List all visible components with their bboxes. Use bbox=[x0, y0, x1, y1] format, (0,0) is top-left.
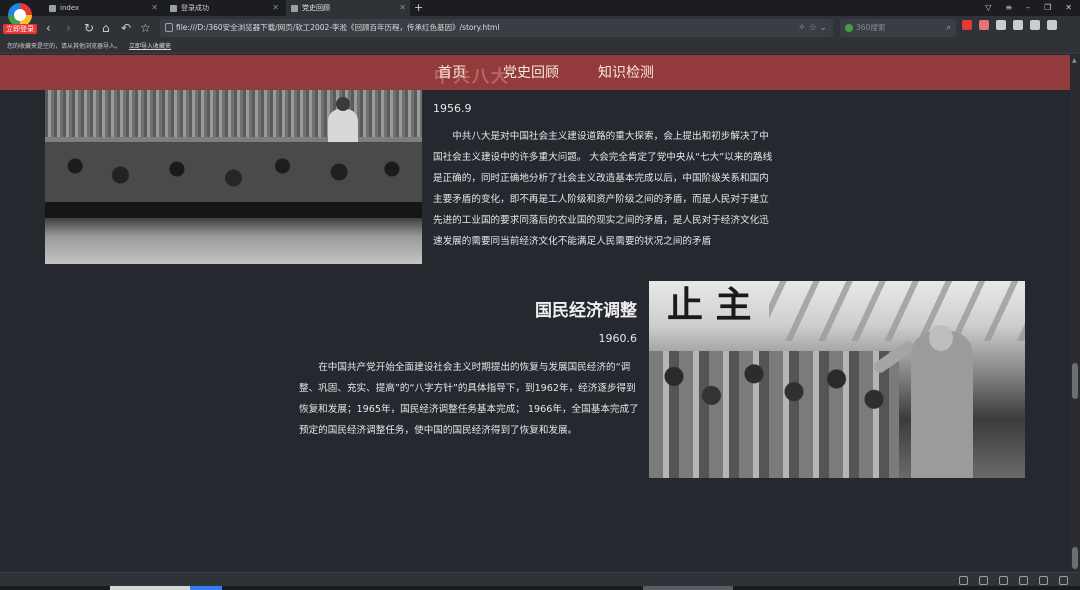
menu-icon[interactable] bbox=[1047, 20, 1057, 30]
photo-crowd bbox=[649, 351, 899, 478]
address-toolbar: ‹ › ↻ ⌂ ↶ ☆ file:///D:/360安全浏览器下载/网页/软工2… bbox=[0, 16, 1080, 40]
forward-icon[interactable]: › bbox=[66, 20, 71, 36]
tab-strip: index ✕ 登录成功 ✕ 党史回顾 ✕ + ▽ ≡ – ❐ ✕ bbox=[0, 0, 1080, 16]
minimize-icon[interactable]: – bbox=[1026, 0, 1030, 16]
accelerate-icon[interactable] bbox=[959, 576, 968, 585]
page-viewport: 中共八大 首页 党史回顾 知识检测 1956.9 中共八大是对中国社会主义建设道… bbox=[0, 55, 1070, 572]
photo-desk bbox=[45, 202, 422, 218]
taskbar-strip bbox=[0, 586, 1080, 590]
taskbar-item[interactable] bbox=[643, 586, 733, 590]
browser-window: index ✕ 登录成功 ✕ 党史回顾 ✕ + ▽ ≡ – ❐ ✕ 立即登录 ‹… bbox=[0, 0, 1080, 590]
site-nav: 中共八大 首页 党史回顾 知识检测 bbox=[0, 55, 1070, 90]
tab-party-history[interactable]: 党史回顾 ✕ bbox=[286, 0, 410, 16]
shirt-icon[interactable]: ▽ bbox=[985, 0, 991, 16]
page-icon bbox=[49, 5, 56, 12]
favorite-star-icon[interactable]: ☆ bbox=[140, 20, 151, 36]
photo-leader bbox=[911, 325, 973, 478]
back-icon[interactable]: ‹ bbox=[46, 20, 51, 36]
close-window-icon[interactable]: ✕ bbox=[1065, 0, 1072, 16]
page-icon bbox=[291, 5, 298, 12]
scroll-up-icon[interactable]: ▲ bbox=[1072, 57, 1077, 64]
trash-icon[interactable] bbox=[999, 576, 1008, 585]
nav-quiz[interactable]: 知识检测 bbox=[598, 55, 654, 91]
browser-logo[interactable]: 立即登录 bbox=[3, 2, 37, 36]
search-box[interactable]: 360搜索 ⌕ bbox=[840, 19, 956, 37]
status-icons bbox=[959, 576, 1068, 585]
reload-icon[interactable]: ↻ bbox=[84, 20, 94, 36]
section-body: 中共八大是对中国社会主义建设道路的重大探索，会上提出和初步解决了中国社会主义建设… bbox=[433, 131, 773, 247]
page-icon bbox=[170, 5, 177, 12]
grid-icon[interactable] bbox=[1013, 20, 1023, 30]
photo-flags bbox=[769, 281, 1025, 341]
photo-audience bbox=[45, 142, 422, 202]
window-controls: ▽ ≡ – ❐ ✕ bbox=[985, 0, 1072, 16]
home-icon[interactable]: ⌂ bbox=[102, 20, 110, 36]
import-bookmarks-link[interactable]: 立即导入收藏夹 bbox=[129, 43, 171, 50]
bookmark-bar: 您的收藏夹是空的，请从其他浏览器导入。 立即导入收藏夹 bbox=[0, 40, 1080, 54]
taskbar-item[interactable] bbox=[110, 586, 190, 590]
apps-icon[interactable] bbox=[962, 20, 972, 30]
tab-index[interactable]: index ✕ bbox=[44, 0, 162, 16]
address-actions-icon[interactable]: ✧ ☆ ⌄ bbox=[798, 19, 827, 37]
section-body: 在中国共产党开始全面建设社会主义时期提出的恢复与发展国民经济的“调整、巩固、充实… bbox=[299, 362, 639, 436]
address-bar[interactable]: file:///D:/360安全浏览器下载/网页/软工2002-李淞《回顾百年历… bbox=[160, 19, 833, 37]
close-tab-icon[interactable]: ✕ bbox=[151, 0, 158, 16]
search-icon[interactable]: ⌕ bbox=[946, 19, 951, 37]
vertical-scrollbar[interactable]: ▲ bbox=[1070, 55, 1080, 572]
section-title: 国民经济调整 bbox=[535, 301, 637, 321]
taskbar-item-active[interactable] bbox=[190, 586, 222, 590]
photo-sign: 止 主 bbox=[667, 284, 752, 326]
menu-icon[interactable]: ≡ bbox=[1005, 0, 1012, 16]
tab-label: index bbox=[60, 4, 80, 12]
undo-icon[interactable]: ↶ bbox=[121, 20, 131, 36]
scrollbar-thumb-lower[interactable] bbox=[1072, 547, 1078, 569]
game-icon[interactable] bbox=[979, 20, 989, 30]
search-placeholder[interactable]: 360搜索 bbox=[856, 19, 885, 37]
capture-icon[interactable] bbox=[979, 576, 988, 585]
close-tab-icon[interactable]: ✕ bbox=[272, 0, 279, 16]
close-tab-icon[interactable]: ✕ bbox=[399, 0, 406, 16]
nav-home[interactable]: 首页 bbox=[438, 55, 466, 91]
new-tab-button[interactable]: + bbox=[414, 0, 423, 16]
address-url[interactable]: file:///D:/360安全浏览器下载/网页/软工2002-李淞《回顾百年历… bbox=[176, 19, 499, 37]
search-engine-icon[interactable] bbox=[845, 24, 853, 32]
economic-adjustment-photo: 止 主 bbox=[649, 281, 1025, 478]
bookmark-empty-text: 您的收藏夹是空的，请从其他浏览器导入。 bbox=[7, 43, 122, 50]
restore-icon[interactable]: ❐ bbox=[1044, 0, 1051, 16]
tab-label: 登录成功 bbox=[181, 4, 209, 12]
section-date: 1956.9 bbox=[433, 102, 472, 115]
download-icon[interactable] bbox=[1030, 20, 1040, 30]
page-info-icon[interactable] bbox=[165, 23, 173, 32]
section-date: 1960.6 bbox=[598, 332, 638, 345]
eighth-congress-photo bbox=[45, 67, 422, 264]
scissors-icon[interactable] bbox=[996, 20, 1006, 30]
volume-icon[interactable] bbox=[1019, 576, 1028, 585]
login-badge[interactable]: 立即登录 bbox=[3, 24, 37, 34]
tab-label: 党史回顾 bbox=[302, 4, 330, 12]
nav-party-history[interactable]: 党史回顾 bbox=[503, 55, 559, 91]
tab-login-success[interactable]: 登录成功 ✕ bbox=[165, 0, 283, 16]
extension-toolbar bbox=[962, 20, 1057, 30]
scrollbar-thumb[interactable] bbox=[1072, 363, 1078, 399]
window-icon[interactable] bbox=[1039, 576, 1048, 585]
zoom-icon[interactable] bbox=[1059, 576, 1068, 585]
